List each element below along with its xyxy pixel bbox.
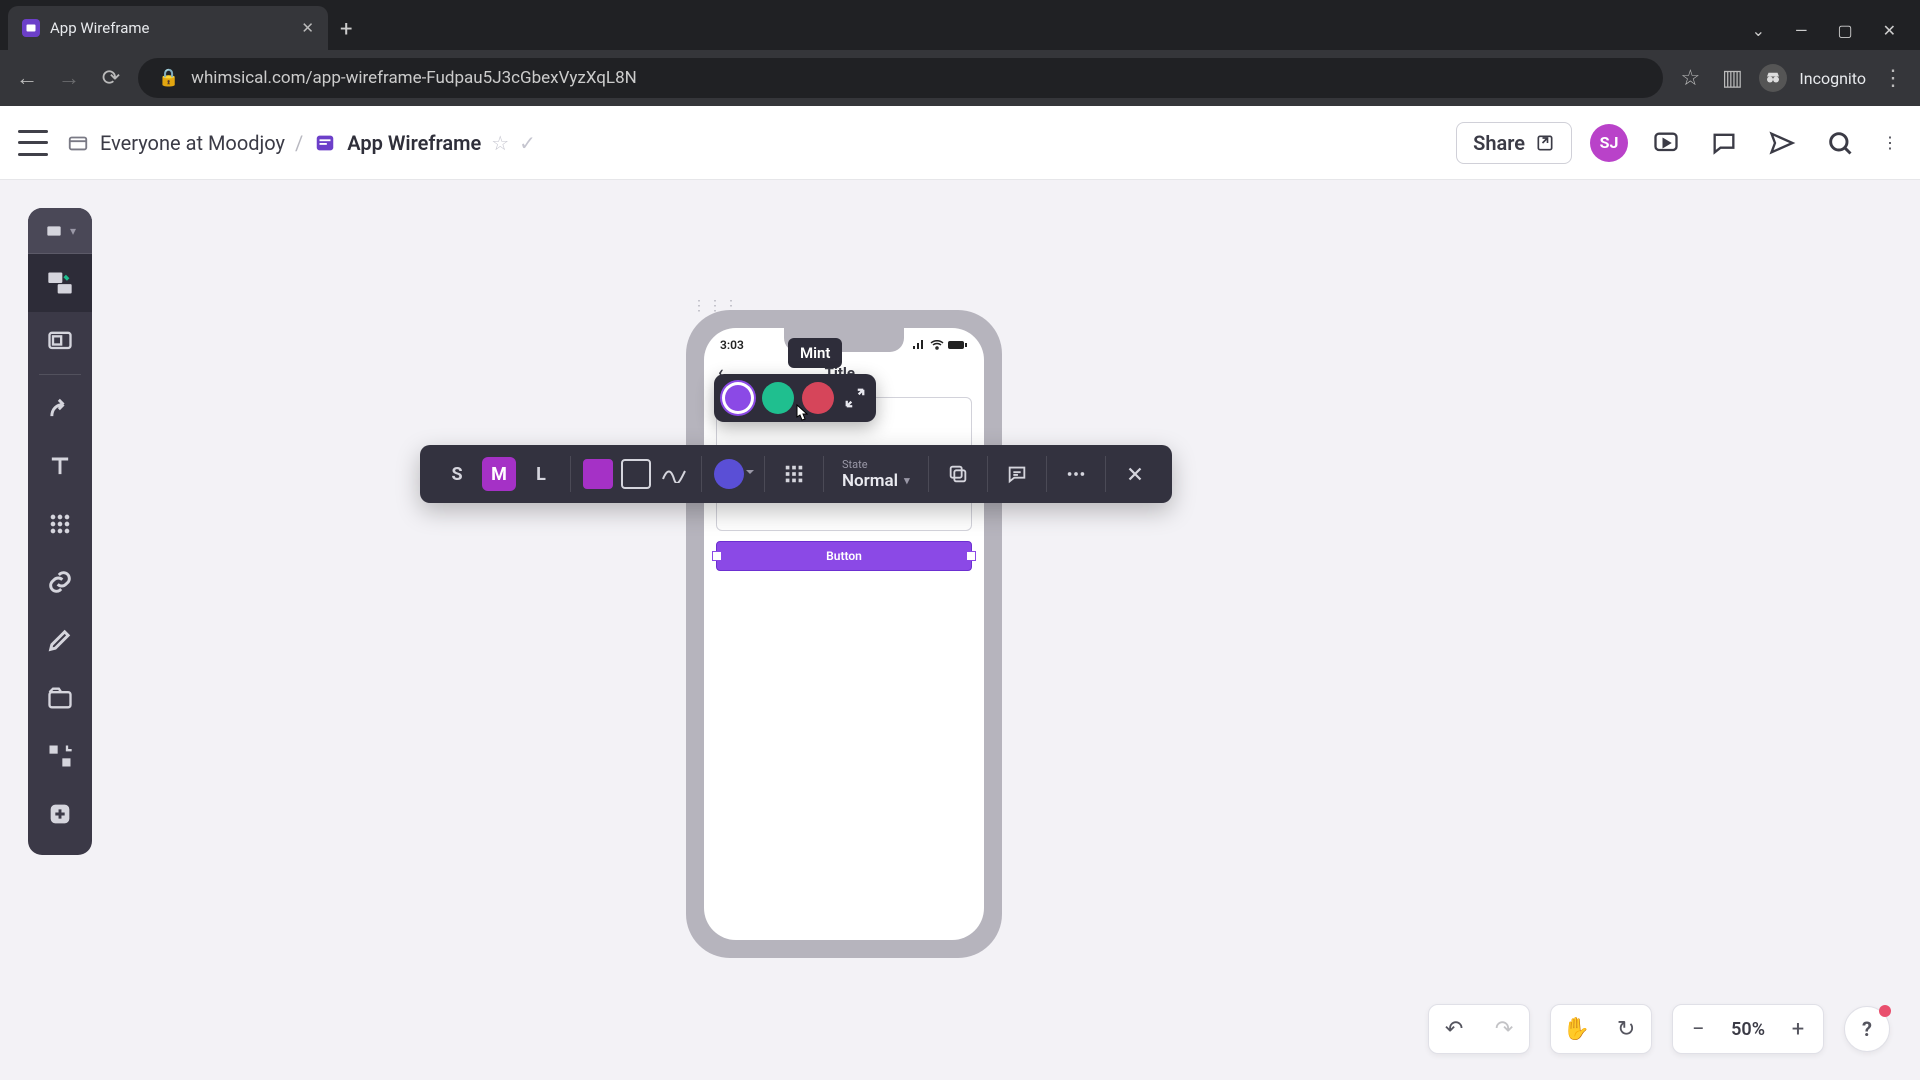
- tab-title: App Wireframe: [50, 19, 149, 37]
- tool-text[interactable]: [28, 437, 92, 495]
- zoom-in-button[interactable]: +: [1773, 1004, 1823, 1054]
- help-button[interactable]: ?: [1844, 1006, 1890, 1052]
- notification-dot: [1879, 1005, 1891, 1017]
- canvas[interactable]: ▾ ⋮⋮⋮ 3:03 ‹ Title: [0, 180, 1920, 1080]
- menu-button[interactable]: [18, 130, 48, 156]
- window-maximize-icon[interactable]: ▢: [1837, 21, 1852, 40]
- app-header: Everyone at Moodjoy / App Wireframe ☆ ✓ …: [0, 106, 1920, 180]
- browser-menu-icon[interactable]: ⋮: [1878, 66, 1908, 91]
- window-close-icon[interactable]: ✕: [1883, 21, 1896, 40]
- state-value: Normal: [842, 471, 898, 491]
- undo-button[interactable]: ↶: [1429, 1004, 1479, 1054]
- wifi-icon: [930, 340, 944, 350]
- tool-connector[interactable]: [28, 379, 92, 437]
- browser-tab[interactable]: App Wireframe ✕: [8, 6, 328, 50]
- style-filled-button[interactable]: [583, 459, 613, 489]
- bottom-controls: ↶ ↷ ✋ ↻ − 50% + ?: [1428, 1004, 1890, 1054]
- window-minimize-icon[interactable]: —: [1795, 21, 1808, 40]
- tool-mode-selector[interactable]: ▾: [28, 208, 92, 254]
- browser-toolbar: ← → ⟳ 🔒 whimsical.com/app-wireframe-Fudp…: [0, 50, 1920, 106]
- share-icon: [1535, 133, 1555, 153]
- redo-button[interactable]: ↷: [1479, 1004, 1529, 1054]
- workspace-name[interactable]: Everyone at Moodjoy: [100, 131, 285, 155]
- tool-sidebar: ▾: [28, 208, 92, 855]
- nav-forward-icon[interactable]: →: [54, 65, 84, 91]
- expand-colors-icon[interactable]: [842, 385, 868, 411]
- tab-close-icon[interactable]: ✕: [301, 19, 314, 37]
- tabs-dropdown-icon[interactable]: ⌄: [1752, 21, 1765, 40]
- size-medium-button[interactable]: M: [482, 457, 516, 491]
- sync-check-icon: ✓: [519, 131, 536, 155]
- color-swatch-purple[interactable]: [722, 382, 754, 414]
- comment-button[interactable]: [1000, 457, 1034, 491]
- reader-icon[interactable]: ▥: [1717, 66, 1747, 91]
- cursor-pointer-icon: [790, 403, 810, 427]
- size-small-button[interactable]: S: [440, 457, 474, 491]
- present-icon[interactable]: [1646, 123, 1686, 163]
- duplicate-button[interactable]: [941, 457, 975, 491]
- phone-button-mock[interactable]: Button: [716, 541, 972, 571]
- workspace-icon: [66, 131, 90, 155]
- send-icon[interactable]: [1762, 123, 1802, 163]
- style-outline-button[interactable]: [621, 459, 651, 489]
- style-text-button[interactable]: [659, 459, 689, 489]
- bookmark-star-icon[interactable]: ☆: [1675, 66, 1705, 91]
- url-text: whimsical.com/app-wireframe-Fudpau5J3cGb…: [191, 68, 637, 88]
- tool-section[interactable]: [28, 669, 92, 727]
- color-picker-button[interactable]: [714, 459, 744, 489]
- share-label: Share: [1473, 131, 1525, 155]
- context-toolbar: S M L State Normal▾: [420, 445, 1172, 503]
- phone-button-label: Button: [826, 549, 862, 563]
- favorite-star-icon[interactable]: ☆: [491, 131, 509, 155]
- share-button[interactable]: Share: [1456, 122, 1572, 164]
- board-name[interactable]: App Wireframe: [347, 131, 481, 155]
- state-selector[interactable]: State Normal▾: [836, 458, 916, 491]
- browser-tab-strip: App Wireframe ✕ + ⌄ — ▢ ✕: [0, 0, 1920, 50]
- nav-reload-icon[interactable]: ⟳: [96, 66, 126, 91]
- tool-components[interactable]: [28, 727, 92, 785]
- address-bar[interactable]: 🔒 whimsical.com/app-wireframe-Fudpau5J3c…: [138, 58, 1663, 98]
- window-controls: ⌄ — ▢ ✕: [1752, 21, 1920, 50]
- icon-picker-button[interactable]: [777, 457, 811, 491]
- nav-back-icon[interactable]: ←: [12, 65, 42, 91]
- resize-handle-left[interactable]: [712, 551, 722, 561]
- breadcrumb: Everyone at Moodjoy / App Wireframe ☆ ✓: [66, 131, 536, 155]
- tool-frame[interactable]: [28, 312, 92, 370]
- search-icon[interactable]: [1820, 123, 1860, 163]
- phone-status-icons: [912, 340, 968, 350]
- color-tooltip: Mint: [788, 338, 842, 368]
- more-options-button[interactable]: [1059, 457, 1093, 491]
- signal-icon: [912, 340, 926, 350]
- user-avatar[interactable]: SJ: [1590, 124, 1628, 162]
- hand-tool-button[interactable]: ✋: [1551, 1004, 1601, 1054]
- size-large-button[interactable]: L: [524, 457, 558, 491]
- zoom-value[interactable]: 50%: [1723, 1019, 1773, 1040]
- phone-time: 3:03: [720, 338, 744, 352]
- resize-handle-right[interactable]: [966, 551, 976, 561]
- incognito-icon[interactable]: [1759, 64, 1787, 92]
- incognito-label: Incognito: [1799, 69, 1866, 88]
- site-lock-icon[interactable]: 🔒: [158, 68, 179, 88]
- close-toolbar-button[interactable]: [1118, 457, 1152, 491]
- battery-icon: [948, 340, 968, 350]
- zoom-out-button[interactable]: −: [1673, 1004, 1723, 1054]
- tool-wireframe[interactable]: [28, 254, 92, 312]
- app-more-icon[interactable]: ⋮: [1878, 123, 1902, 163]
- tool-pencil[interactable]: [28, 611, 92, 669]
- tab-favicon: [22, 19, 40, 37]
- chevron-down-icon: ▾: [70, 224, 76, 238]
- board-icon: [313, 131, 337, 155]
- tool-link[interactable]: [28, 553, 92, 611]
- history-button[interactable]: ↻: [1601, 1004, 1651, 1054]
- state-label: State: [842, 458, 910, 471]
- new-tab-icon[interactable]: +: [340, 17, 352, 50]
- tool-grid[interactable]: [28, 495, 92, 553]
- tool-add[interactable]: [28, 785, 92, 843]
- comments-icon[interactable]: [1704, 123, 1744, 163]
- breadcrumb-separator: /: [295, 131, 303, 155]
